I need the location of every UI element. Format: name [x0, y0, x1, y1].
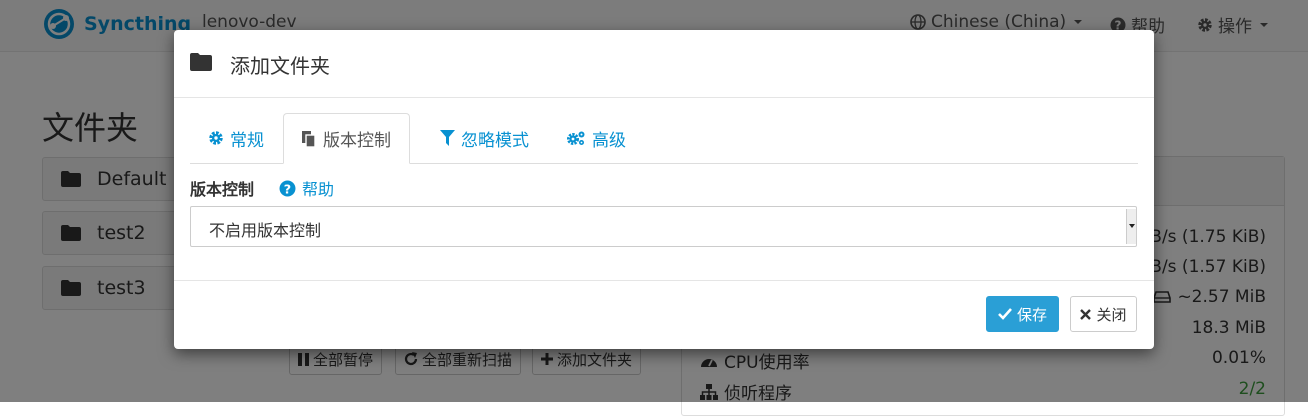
- close-icon: [1080, 308, 1092, 320]
- tab-bar: 常规 版本控制 忽略模式 高级: [190, 113, 1138, 164]
- tab-advanced-label: 高级: [592, 130, 626, 151]
- select-arrow-icon: [1126, 209, 1136, 244]
- versioning-label: 版本控制: [190, 180, 255, 199]
- save-button[interactable]: 保存: [986, 296, 1059, 332]
- check-icon: [998, 308, 1012, 320]
- tab-general[interactable]: 常规: [190, 113, 282, 163]
- tab-advanced[interactable]: 高级: [548, 113, 644, 163]
- modal-header: 添加文件夹: [174, 30, 1154, 98]
- versioning-type-select[interactable]: 不启用版本控制: [190, 206, 1137, 247]
- tab-ignore-label: 忽略模式: [461, 130, 529, 151]
- folder-icon: [190, 53, 212, 71]
- versioning-help-label: 帮助: [302, 180, 335, 199]
- versioning-type-value: 不启用版本控制: [209, 221, 322, 240]
- modal-title: 添加文件夹: [230, 54, 330, 78]
- add-folder-dialog: 添加文件夹 常规 版本控制 忽略模式 高级 版本控制 ? 帮助 不启用版本控制 …: [174, 30, 1154, 349]
- question-circle-icon: ?: [279, 180, 296, 197]
- save-label: 保存: [1016, 305, 1047, 324]
- close-button[interactable]: 关闭: [1070, 296, 1137, 332]
- tab-versioning[interactable]: 版本控制: [283, 113, 410, 164]
- copy-icon: [302, 130, 316, 147]
- versioning-help-link[interactable]: ? 帮助: [279, 176, 334, 200]
- close-label: 关闭: [1096, 305, 1127, 324]
- svg-text:?: ?: [284, 182, 291, 197]
- filter-icon: [440, 130, 455, 146]
- cogs-icon: [567, 131, 585, 145]
- tab-general-label: 常规: [230, 130, 264, 151]
- cog-icon: [209, 131, 223, 145]
- tab-versioning-label: 版本控制: [323, 131, 391, 151]
- tab-ignore-patterns[interactable]: 忽略模式: [422, 113, 547, 163]
